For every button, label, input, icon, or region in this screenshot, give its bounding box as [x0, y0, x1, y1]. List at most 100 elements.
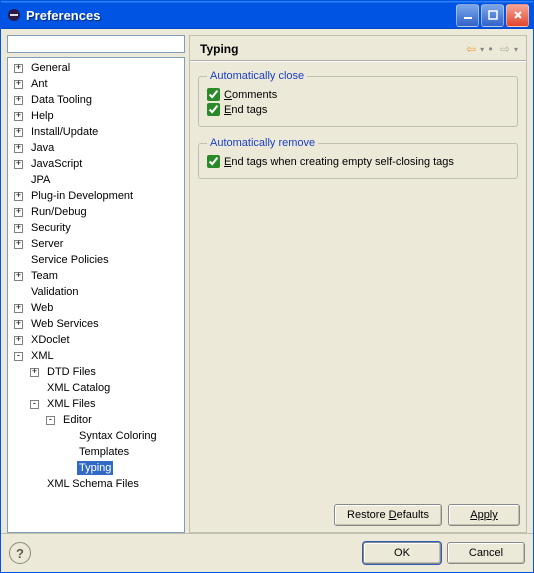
tree-item[interactable]: Templates: [8, 444, 184, 460]
tree-item[interactable]: +Java: [8, 140, 184, 156]
expand-icon[interactable]: +: [14, 320, 23, 329]
tree-item[interactable]: + Install/Update: [8, 124, 184, 140]
dialog-footer: ? OK Cancel: [1, 533, 533, 572]
tree-item[interactable]: -Editor: [8, 412, 184, 428]
tree-item[interactable]: XML Catalog: [8, 380, 184, 396]
expand-icon[interactable]: +: [14, 208, 23, 217]
expand-icon[interactable]: +: [14, 240, 23, 249]
ok-button[interactable]: OK: [363, 542, 441, 564]
expand-icon[interactable]: +: [14, 64, 23, 73]
check-endtags-box[interactable]: [207, 103, 220, 116]
close-button[interactable]: [506, 4, 529, 27]
tree-item[interactable]: JPA: [8, 172, 184, 188]
expand-icon[interactable]: +: [14, 144, 23, 153]
tree-item[interactable]: + Help: [8, 108, 184, 124]
tree-item-label: Validation: [29, 285, 81, 299]
tree-item[interactable]: +Web: [8, 300, 184, 316]
page-buttons: Restore Defaults Apply: [190, 504, 526, 532]
preference-tree[interactable]: +General+Ant+Data Tooling+Help+Install/U…: [7, 57, 185, 533]
expand-icon[interactable]: +: [30, 368, 39, 377]
tree-item-label: Server: [29, 237, 65, 251]
tree-item[interactable]: +Run/Debug: [8, 204, 184, 220]
tree-item-label: Install/Update: [29, 125, 100, 139]
expand-icon[interactable]: +: [14, 192, 23, 201]
titlebar[interactable]: Preferences: [1, 1, 533, 29]
back-menu-icon[interactable]: ▾: [480, 45, 484, 54]
expander-spacer: [62, 432, 71, 441]
expand-icon[interactable]: +: [14, 160, 23, 169]
tree-item[interactable]: +JavaScript: [8, 156, 184, 172]
tree-item[interactable]: + Server: [8, 236, 184, 252]
expand-icon[interactable]: +: [14, 112, 23, 121]
check-endtags[interactable]: End tags: [207, 103, 509, 116]
tree-item-label: Editor: [61, 413, 94, 427]
cancel-button[interactable]: Cancel: [447, 542, 525, 564]
tree-item-label: Templates: [77, 445, 131, 459]
tree-item[interactable]: +Security: [8, 220, 184, 236]
tree-item[interactable]: +Team: [8, 268, 184, 284]
check-comments-label: Comments: [224, 89, 277, 101]
tree-item[interactable]: Validation: [8, 284, 184, 300]
help-icon[interactable]: ?: [9, 542, 31, 564]
expand-icon[interactable]: +: [14, 304, 23, 313]
tree-item[interactable]: -XML Files: [8, 396, 184, 412]
tree-item[interactable]: Typing: [8, 460, 184, 476]
tree-item-label: JPA: [29, 173, 52, 187]
tree-item-label: Help: [29, 109, 56, 123]
tree-item-label: Plug-in Development: [29, 189, 135, 203]
tree-item-label: Data Tooling: [29, 93, 94, 107]
tree-item[interactable]: XML Schema Files: [8, 476, 184, 492]
tree-item-label: Web Services: [29, 317, 101, 331]
maximize-button[interactable]: [481, 4, 504, 27]
check-selfclosing-box[interactable]: [207, 155, 220, 168]
expand-icon[interactable]: +: [14, 224, 23, 233]
tree-item-label: Syntax Coloring: [77, 429, 159, 443]
tree-item-label: XML Schema Files: [45, 477, 141, 491]
tree-item-label: XDoclet: [29, 333, 72, 347]
restore-defaults-button[interactable]: Restore Defaults: [334, 504, 442, 526]
check-selfclosing-label: End tags when creating empty self-closin…: [224, 156, 454, 168]
collapse-icon[interactable]: -: [46, 416, 55, 425]
page-header: Typing ⇦ ▾ • ⇨ ▾: [190, 36, 526, 62]
expand-icon[interactable]: +: [14, 80, 23, 89]
tree-item[interactable]: +DTD Files: [8, 364, 184, 380]
tree-item[interactable]: + Plug-in Development: [8, 188, 184, 204]
collapse-icon[interactable]: -: [14, 352, 23, 361]
expand-icon[interactable]: +: [14, 272, 23, 281]
tree-item-label: General: [29, 61, 72, 75]
forward-menu-icon: ▾: [514, 45, 518, 54]
expand-icon[interactable]: +: [14, 128, 23, 137]
back-icon[interactable]: ⇦: [463, 42, 479, 56]
tree-item[interactable]: Service Policies: [8, 252, 184, 268]
filter-input[interactable]: [7, 35, 185, 53]
expander-spacer: [30, 480, 39, 489]
tree-item[interactable]: Syntax Coloring: [8, 428, 184, 444]
left-pane: +General+Ant+Data Tooling+Help+Install/U…: [7, 35, 185, 533]
forward-icon: ⇨: [497, 42, 513, 56]
tree-item-label: XML: [29, 349, 56, 363]
tree-item[interactable]: + Data Tooling: [8, 92, 184, 108]
tree-item[interactable]: +Ant: [8, 76, 184, 92]
tree-item[interactable]: + Web Services: [8, 316, 184, 332]
preferences-window: Preferences +General+Ant+Data Tooling+He…: [0, 0, 534, 573]
check-comments-box[interactable]: [207, 88, 220, 101]
nav-arrows: ⇦ ▾ • ⇨ ▾: [463, 42, 518, 56]
expander-spacer: [14, 176, 23, 185]
expand-icon[interactable]: +: [14, 96, 23, 105]
page-title: Typing: [200, 42, 463, 56]
tree-item[interactable]: -XML: [8, 348, 184, 364]
group-auto-close: Automatically close Comments End tags: [198, 70, 518, 127]
tree-item-label: Typing: [77, 461, 113, 475]
tree-item[interactable]: + General: [8, 60, 184, 76]
tree-item[interactable]: + XDoclet: [8, 332, 184, 348]
expander-spacer: [62, 464, 71, 473]
group-auto-remove-legend: Automatically remove: [207, 137, 318, 149]
expand-icon[interactable]: +: [14, 336, 23, 345]
collapse-icon[interactable]: -: [30, 400, 39, 409]
expander-spacer: [62, 448, 71, 457]
check-endtags-label: End tags: [224, 104, 267, 116]
check-selfclosing[interactable]: End tags when creating empty self-closin…: [207, 155, 509, 168]
minimize-button[interactable]: [456, 4, 479, 27]
check-comments[interactable]: Comments: [207, 88, 509, 101]
apply-button[interactable]: Apply: [448, 504, 520, 526]
